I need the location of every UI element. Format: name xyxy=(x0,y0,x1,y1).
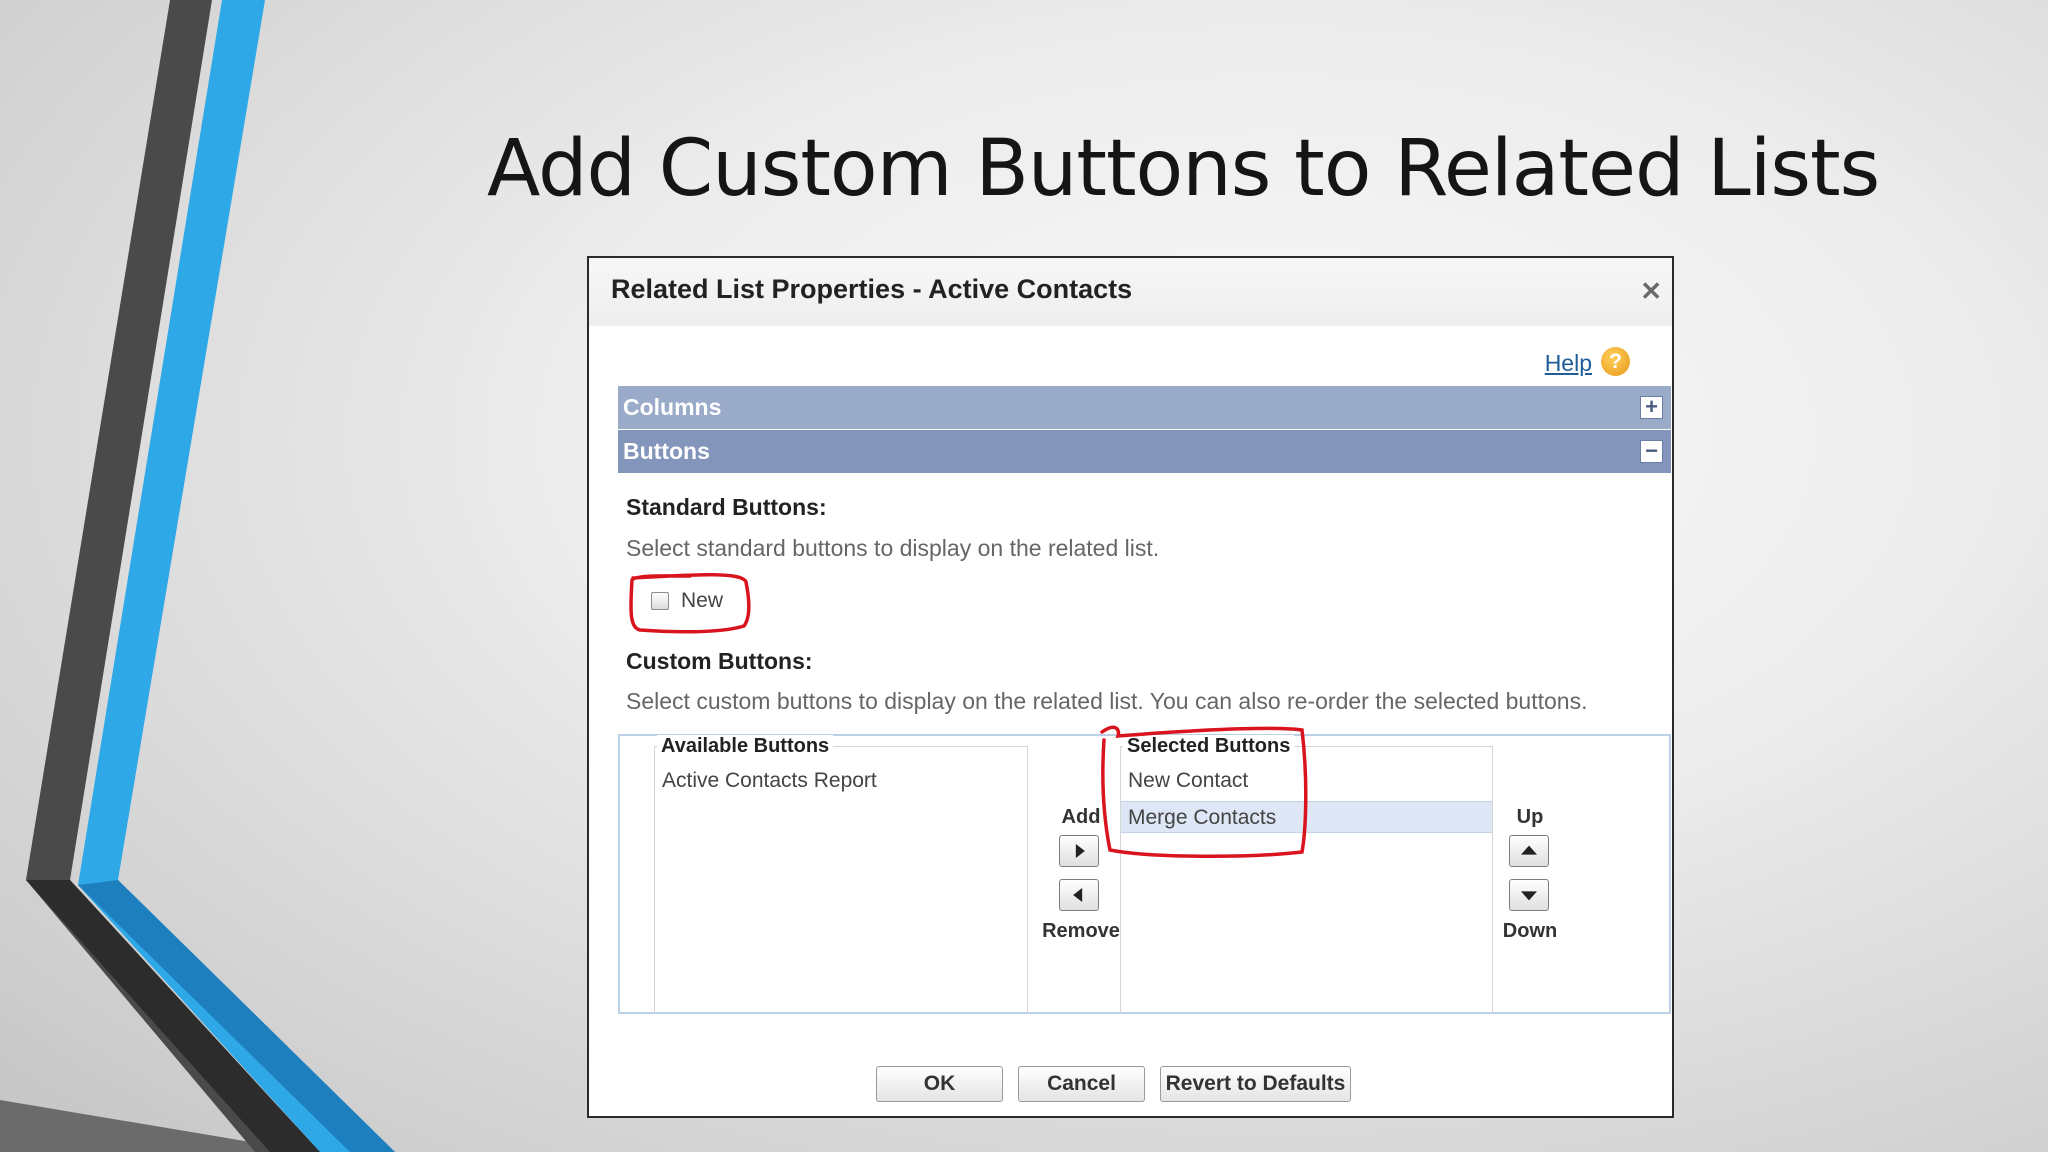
new-checkbox[interactable] xyxy=(651,592,669,610)
related-list-properties-dialog: Related List Properties - Active Contact… xyxy=(587,256,1674,1118)
section-buttons[interactable]: Buttons − xyxy=(618,430,1671,473)
add-label: Add xyxy=(1061,806,1101,828)
list-item[interactable]: Active Contacts Report xyxy=(655,765,1027,797)
remove-label: Remove xyxy=(1042,920,1120,942)
revert-to-defaults-button[interactable]: Revert to Defaults xyxy=(1160,1066,1351,1102)
question-icon[interactable]: ? xyxy=(1601,347,1630,376)
section-columns-label: Columns xyxy=(623,394,722,420)
slide-decoration xyxy=(0,0,395,1152)
list-item[interactable]: New Contact xyxy=(1121,765,1492,797)
standard-buttons-heading: Standard Buttons: xyxy=(626,494,827,520)
ok-button[interactable]: OK xyxy=(876,1066,1003,1102)
dialog-header: Related List Properties - Active Contact… xyxy=(589,258,1672,326)
down-label: Down xyxy=(1502,920,1558,942)
section-buttons-label: Buttons xyxy=(623,438,710,464)
add-arrow-icon[interactable] xyxy=(1059,835,1099,867)
help-link[interactable]: Help xyxy=(1545,350,1592,377)
slide-title: Add Custom Buttons to Related Lists xyxy=(487,124,1880,214)
move-down-icon[interactable] xyxy=(1509,879,1549,911)
expand-icon[interactable]: + xyxy=(1640,396,1663,419)
up-label: Up xyxy=(1516,806,1544,828)
cancel-button[interactable]: Cancel xyxy=(1018,1066,1145,1102)
new-checkbox-label: New xyxy=(681,589,724,612)
standard-button-new-option[interactable]: New xyxy=(651,589,723,613)
list-item-selected[interactable]: Merge Contacts xyxy=(1121,801,1492,833)
custom-buttons-heading: Custom Buttons: xyxy=(626,648,813,674)
standard-buttons-description: Select standard buttons to display on th… xyxy=(626,535,1160,561)
dialog-title: Related List Properties - Active Contact… xyxy=(611,274,1133,304)
available-buttons-legend: Available Buttons xyxy=(657,735,834,758)
section-columns[interactable]: Columns + xyxy=(618,386,1671,429)
collapse-icon[interactable]: − xyxy=(1640,440,1663,463)
custom-buttons-description: Select custom buttons to display on the … xyxy=(626,688,1588,714)
available-buttons-list[interactable]: Available Buttons Active Contacts Report xyxy=(654,735,1028,1014)
selected-buttons-list[interactable]: Selected Buttons New Contact Merge Conta… xyxy=(1120,735,1493,1014)
remove-arrow-icon[interactable] xyxy=(1059,879,1099,911)
button-picker: Available Buttons Active Contacts Report… xyxy=(618,734,1671,1014)
close-icon[interactable]: ✕ xyxy=(1640,278,1662,304)
move-up-icon[interactable] xyxy=(1509,835,1549,867)
selected-buttons-legend: Selected Buttons xyxy=(1123,735,1295,758)
